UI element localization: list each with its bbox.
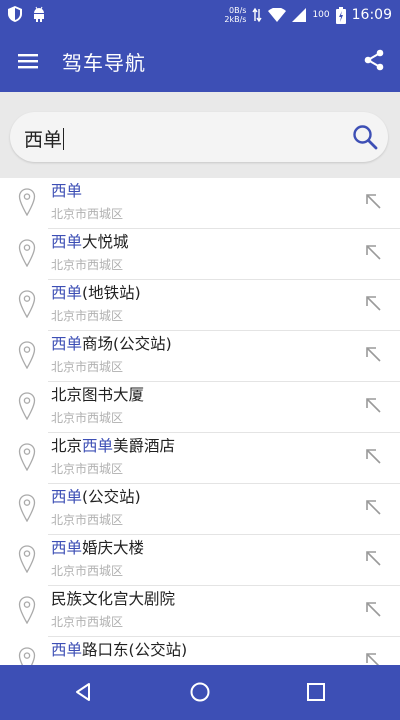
- data-arrows-icon: [252, 7, 263, 23]
- location-pin-icon: [18, 443, 36, 471]
- result-title-suffix: 美爵酒店: [113, 437, 176, 455]
- location-pin-icon: [18, 290, 36, 318]
- result-title-highlight: 西单: [51, 182, 83, 200]
- clock: 16:09: [351, 7, 392, 23]
- fill-query-arrow-icon[interactable]: [364, 498, 382, 516]
- location-pin-icon: [18, 341, 36, 369]
- nav-bar: [0, 665, 400, 720]
- result-title-suffix: (地铁站): [82, 284, 141, 302]
- result-title-prefix: 北京图书大厦: [51, 386, 145, 404]
- result-title-suffix: 婚庆大楼: [82, 539, 145, 557]
- list-item[interactable]: 西单 北京市西城区: [0, 178, 400, 229]
- result-title-prefix: 北京: [51, 437, 83, 455]
- result-title-highlight: 西单: [51, 233, 83, 251]
- net-speed-up: 0B/s: [229, 6, 247, 15]
- result-title: 西单婚庆大楼: [51, 536, 144, 558]
- result-title-suffix: (公交站): [82, 488, 141, 506]
- search-icon[interactable]: [352, 124, 378, 150]
- search-area: 西单: [0, 92, 400, 178]
- location-pin-icon: [18, 239, 36, 267]
- location-pin-icon: [18, 188, 36, 216]
- share-icon[interactable]: [362, 48, 386, 72]
- list-item[interactable]: 北京西单美爵酒店北京市西城区: [0, 433, 400, 484]
- fill-query-arrow-icon[interactable]: [364, 192, 382, 210]
- fill-query-arrow-icon[interactable]: [364, 651, 382, 665]
- list-item[interactable]: 北京图书大厦北京市西城区: [0, 382, 400, 433]
- result-title-highlight: 西单: [51, 539, 83, 557]
- fill-query-arrow-icon[interactable]: [364, 294, 382, 312]
- shield-icon: [8, 6, 22, 22]
- location-pin-icon: [18, 596, 36, 624]
- result-address: 北京市西城区: [51, 360, 124, 374]
- results-list: 西单 北京市西城区 西单大悦城 北京市西城区 西单(地铁站) 北京市西城区 西单商场(公交站…: [0, 178, 400, 665]
- battery-level: 100: [312, 10, 330, 20]
- result-title: 西单(地铁站): [51, 281, 141, 303]
- result-address: 北京市西城区: [51, 462, 124, 476]
- result-address: 北京市西城区: [51, 513, 124, 527]
- home-icon[interactable]: [189, 681, 211, 703]
- list-item[interactable]: 西单商场(公交站) 北京市西城区: [0, 331, 400, 382]
- list-item[interactable]: 西单大悦城北京市西城区: [0, 229, 400, 280]
- result-title-highlight: 西单: [51, 641, 83, 659]
- result-address: 北京市西城区: [51, 258, 124, 272]
- wifi-icon: [268, 8, 287, 22]
- list-item[interactable]: 西单路口东(公交站)北京市西城区: [0, 637, 400, 665]
- fill-query-arrow-icon[interactable]: [364, 345, 382, 363]
- search-box[interactable]: 西单: [10, 112, 388, 162]
- result-address: 北京市西城区: [51, 309, 124, 323]
- back-icon[interactable]: [72, 681, 94, 703]
- result-title-suffix: 路口东(公交站): [82, 641, 188, 659]
- result-title-suffix: 商场(公交站): [82, 335, 172, 353]
- result-title: 西单(公交站): [51, 485, 141, 507]
- net-speed-down: 2kB/s: [224, 15, 247, 24]
- result-address: 北京市西城区: [51, 615, 124, 629]
- result-title-highlight: 西单: [51, 335, 83, 353]
- page-title: 驾车导航: [62, 51, 146, 75]
- text-cursor: [63, 128, 65, 150]
- fill-query-arrow-icon[interactable]: [364, 447, 382, 465]
- result-title: 西单大悦城: [51, 230, 129, 252]
- result-title-highlight: 西单: [82, 437, 114, 455]
- list-item[interactable]: 西单婚庆大楼北京市西城区: [0, 535, 400, 586]
- location-pin-icon: [18, 647, 36, 665]
- net-speed: 0B/s 2kB/s: [224, 6, 246, 24]
- fill-query-arrow-icon[interactable]: [364, 549, 382, 567]
- hamburger-menu-icon[interactable]: [16, 49, 40, 73]
- result-title-suffix: 大悦城: [82, 233, 129, 251]
- app-bar: 驾车导航: [0, 30, 400, 92]
- result-title-prefix: 民族文化宫大剧院: [51, 590, 176, 608]
- signal-icon: [292, 8, 307, 22]
- list-item[interactable]: 西单(公交站) 北京市西城区: [0, 484, 400, 535]
- location-pin-icon: [18, 494, 36, 522]
- location-pin-icon: [18, 545, 36, 573]
- result-title-highlight: 西单: [51, 284, 83, 302]
- result-address: 北京市西城区: [51, 564, 124, 578]
- search-input[interactable]: 西单: [24, 125, 65, 152]
- android-icon: [34, 6, 44, 22]
- result-title: 西单: [51, 179, 82, 201]
- fill-query-arrow-icon[interactable]: [364, 600, 382, 618]
- location-pin-icon: [18, 392, 36, 420]
- result-title: 西单商场(公交站): [51, 332, 172, 354]
- search-input-value: 西单: [24, 129, 63, 151]
- fill-query-arrow-icon[interactable]: [364, 396, 382, 414]
- result-title: 北京西单美爵酒店: [51, 434, 175, 456]
- recent-apps-icon[interactable]: [306, 682, 326, 702]
- result-address: 北京市西城区: [51, 411, 124, 425]
- fill-query-arrow-icon[interactable]: [364, 243, 382, 261]
- result-address: 北京市西城区: [51, 207, 124, 221]
- status-bar: 0B/s 2kB/s 100 16:09: [0, 0, 400, 30]
- battery-charging-icon: [335, 6, 346, 24]
- list-item[interactable]: 民族文化宫大剧院北京市西城区: [0, 586, 400, 637]
- list-item[interactable]: 西单(地铁站) 北京市西城区: [0, 280, 400, 331]
- result-title: 民族文化宫大剧院: [51, 587, 175, 609]
- result-title-highlight: 西单: [51, 488, 83, 506]
- result-title: 北京图书大厦: [51, 383, 144, 405]
- result-title: 西单路口东(公交站): [51, 638, 187, 660]
